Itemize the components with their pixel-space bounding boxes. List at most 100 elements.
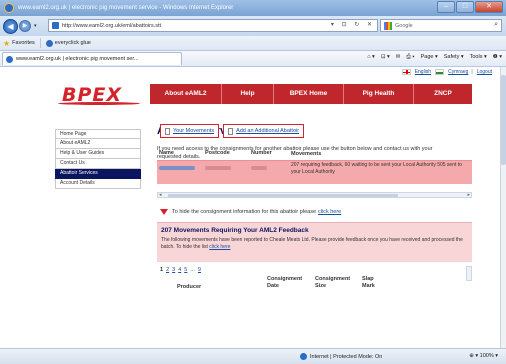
feedback-panel: 207 Movements Requiring Your AML2 Feedba… [157, 222, 472, 262]
web-page: English Cymraeg | Logout BPEX About eAML… [0, 67, 500, 348]
english-link[interactable]: English [415, 69, 431, 75]
security-zone: Internet | Protected Mode: On [300, 353, 382, 360]
maximize-button[interactable]: □ [456, 1, 474, 13]
help-menu[interactable]: ❷ ▾ [493, 54, 502, 61]
row-postcode-blurred [205, 161, 251, 184]
favorites-star-icon[interactable]: ★ [3, 39, 10, 48]
nav-zncp[interactable]: ZNCP [414, 84, 472, 104]
search-engine-label: Google [395, 22, 413, 29]
favorite-item[interactable]: everyclick glue [55, 40, 91, 46]
history-dropdown-icon[interactable]: ▾ [34, 23, 37, 29]
language-links: English Cymraeg | Logout [401, 69, 492, 75]
scroll-right-icon[interactable]: ▸ [467, 192, 470, 198]
favorites-separator [39, 38, 41, 48]
col-producer: Producer [177, 284, 202, 290]
page-ellipsis: ... [190, 267, 195, 273]
document-icon [165, 127, 170, 135]
page-scrollbar-thumb[interactable] [501, 75, 506, 165]
close-button[interactable]: ✕ [475, 1, 503, 13]
page-link[interactable]: 3 [172, 267, 175, 273]
search-box[interactable]: Google ⌕ [380, 19, 502, 32]
command-bar: www.eaml2.org.uk | electronic pig moveme… [0, 51, 506, 67]
add-abattoir-button[interactable]: Add an Additional Abattoir [223, 124, 305, 138]
col-consignment-date: Consignment Date [267, 276, 303, 289]
page-link[interactable]: 2 [166, 267, 169, 273]
address-toolbar: ◀ ▶ ▾ http://www.eaml2.org.uk/eml/abatto… [0, 16, 506, 36]
sidenav-help[interactable]: Help & User Guides [55, 149, 141, 159]
your-movements-button[interactable]: Your Movements [160, 124, 220, 138]
col-number: Number [251, 150, 272, 156]
page-link[interactable]: 5 [184, 267, 187, 273]
main-nav: About eAML2 Help BPEX Home Pig Health ZN… [150, 84, 472, 104]
col-slap-mark: Slap Mark [362, 276, 375, 289]
table-row[interactable]: 207 requiring feedback, 60 waiting to be… [157, 160, 472, 184]
table-header: Name Postcode Number Movements [157, 150, 472, 160]
window-title-bar: www.eaml2.org.uk | electronic pig moveme… [0, 0, 506, 16]
safety-menu[interactable]: Safety ▾ [444, 54, 464, 61]
print-button[interactable]: ⎙ ▾ [406, 54, 414, 61]
movements-scrollbar[interactable] [466, 266, 472, 281]
browser-tab[interactable]: www.eaml2.org.uk | electronic pig moveme… [2, 52, 182, 65]
warning-triangle-icon [160, 209, 168, 215]
col-postcode: Postcode [205, 150, 230, 156]
minimize-button[interactable]: – [437, 1, 455, 13]
window-controls: – □ ✕ [436, 1, 503, 13]
favorites-label[interactable]: Favorites [12, 40, 35, 46]
action-buttons: Your Movements Add an Additional Abattoi… [160, 124, 308, 138]
address-bar[interactable]: http://www.eaml2.org.uk/eml/abattoirs.st… [48, 19, 378, 32]
col-consignment-size: Consignment Size [315, 276, 351, 289]
cymraeg-link[interactable]: Cymraeg [448, 69, 468, 75]
scroll-left-icon[interactable]: ◂ [159, 192, 162, 198]
sidenav-contact[interactable]: Contact Us [55, 159, 141, 169]
page-link[interactable]: 4 [178, 267, 181, 273]
page-vertical-scrollbar[interactable] [500, 67, 506, 348]
nav-about[interactable]: About eAML2 [150, 84, 222, 104]
logout-link[interactable]: Logout [477, 69, 492, 75]
hide-note-text: To hide the consignment information for … [172, 209, 316, 215]
zoom-control[interactable]: ⊕ ▾ 100% ▾ [469, 353, 498, 359]
logo-swoosh [58, 102, 140, 105]
tools-menu[interactable]: Tools ▾ [470, 54, 487, 61]
feedback-click-here-link[interactable]: click here [209, 244, 230, 250]
nav-bpex-home[interactable]: BPEX Home [274, 84, 344, 104]
add-abattoir-label: Add an Additional Abattoir [236, 128, 300, 134]
sidenav-home[interactable]: Home Page [55, 129, 141, 139]
table-horizontal-scrollbar[interactable]: ◂ ▸ [157, 192, 472, 198]
row-number-blurred [251, 161, 291, 184]
page-link[interactable]: 9 [198, 267, 201, 273]
bpex-logo[interactable]: BPEX [58, 84, 140, 106]
command-buttons: ⌂ ▾ ⊡ ▾ ✉ ⎙ ▾ Page ▾ Safety ▾ Tools ▾ ❷ … [361, 54, 502, 61]
row-name-blurred[interactable] [157, 161, 205, 184]
nav-help[interactable]: Help [222, 84, 274, 104]
welsh-flag-icon [435, 69, 445, 75]
sidenav-account[interactable]: Account Details [55, 179, 141, 189]
col-name: Name [159, 150, 174, 156]
feedback-title: 207 Movements Requiring Your AML2 Feedba… [161, 227, 309, 234]
scrollbar-thumb[interactable] [168, 194, 398, 197]
your-movements-label: Your Movements [173, 128, 215, 134]
row-movements: 207 requiring feedback, 60 waiting to be… [291, 162, 462, 175]
address-url: http://www.eaml2.org.uk/eml/abattoirs.st… [62, 22, 162, 29]
window-title: www.eaml2.org.uk | electronic pig moveme… [18, 5, 234, 11]
home-button[interactable]: ⌂ ▾ [367, 54, 375, 61]
mail-button[interactable]: ✉ [396, 54, 401, 61]
tab-site-icon [6, 55, 13, 63]
forward-button[interactable]: ▶ [19, 20, 31, 32]
tab-label: www.eaml2.org.uk | electronic pig moveme… [16, 56, 139, 62]
hide-click-here-link[interactable]: click here [318, 209, 341, 215]
page-icon [52, 22, 59, 29]
search-icon[interactable]: ⌕ [494, 21, 498, 29]
feeds-button[interactable]: ⊡ ▾ [381, 54, 390, 61]
feedback-text: The following movements have been report… [161, 237, 463, 250]
sidenav-about[interactable]: About eAML2 [55, 139, 141, 149]
nav-pig-health[interactable]: Pig Health [344, 84, 414, 104]
sidenav-abattoir-services[interactable]: Abattoir Services [55, 169, 141, 179]
address-tools[interactable]: ▾ ⊡ ↻ ✕ [331, 21, 375, 28]
english-flag-icon [401, 69, 411, 75]
back-button[interactable]: ◀ [3, 18, 18, 34]
feedback-text-block: The following movements have been report… [161, 237, 468, 251]
abattoir-table: Name Postcode Number Movements 207 requi… [157, 150, 472, 184]
col-movements: Movements [291, 151, 322, 157]
favorite-site-icon [45, 39, 53, 47]
page-menu[interactable]: Page ▾ [421, 54, 438, 61]
